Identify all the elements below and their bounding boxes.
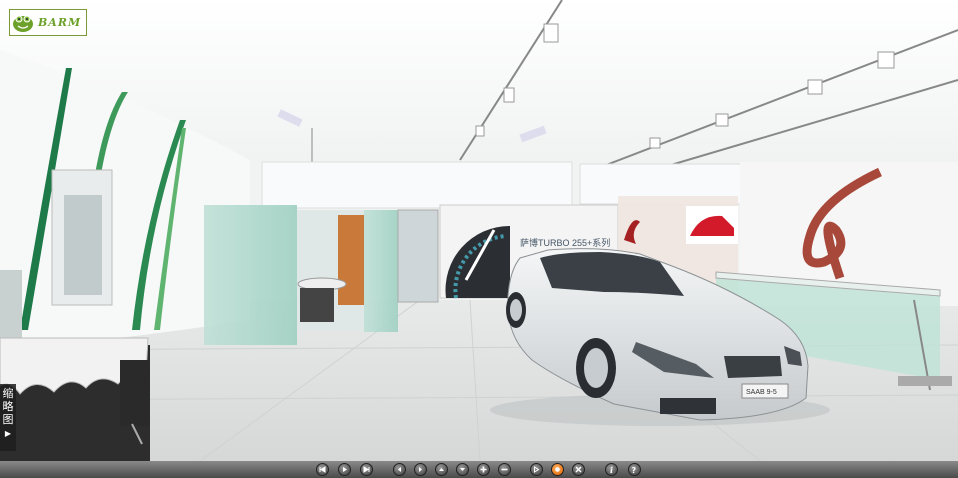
up-icon [439, 468, 444, 471]
panorama-viewport[interactable]: 萨博TURBO 255+系列 SAAB 9-5 [0, 0, 958, 461]
thumbnail-tab[interactable]: 缩 略 图 ▶ [0, 384, 16, 451]
left-icon [398, 467, 401, 472]
play-icon [343, 467, 347, 472]
thumbnail-tab-char: 图 [2, 414, 14, 426]
thumbnail-tab-char: 略 [2, 401, 14, 413]
last-icon [363, 466, 370, 473]
frog-logo-icon [13, 15, 33, 32]
pan-right-button[interactable] [414, 463, 427, 476]
first-icon [319, 466, 326, 473]
help-icon: ? [632, 466, 637, 475]
svg-text:?: ? [632, 466, 637, 475]
autorotate-button[interactable] [530, 463, 543, 476]
brand-logo[interactable]: BARM [9, 9, 87, 36]
thumbnail-tab-char: 缩 [2, 388, 14, 400]
svg-text:i: i [610, 465, 613, 475]
down-icon [460, 468, 465, 471]
record-icon [555, 467, 560, 472]
panorama-toolbar: i ? [0, 461, 958, 478]
last-button[interactable] [360, 463, 373, 476]
poster-slogan: 萨博TURBO 255+系列 [520, 237, 610, 248]
zoom-out-icon [501, 468, 508, 471]
pan-down-button[interactable] [456, 463, 469, 476]
autorotate-icon [534, 466, 540, 473]
license-plate: SAAB 9-5 [746, 389, 777, 396]
fullscreen-button[interactable] [572, 463, 585, 476]
fullscreen-icon [575, 466, 582, 473]
play-button[interactable] [338, 463, 351, 476]
record-button[interactable] [551, 463, 564, 476]
help-button[interactable]: ? [628, 463, 641, 476]
showroom-panorama: 萨博TURBO 255+系列 SAAB 9-5 [0, 0, 958, 461]
zoom-out-button[interactable] [498, 463, 511, 476]
logo-text: BARM [38, 16, 82, 29]
pan-left-button[interactable] [393, 463, 406, 476]
expand-arrow-icon: ▶ [4, 429, 12, 438]
zoom-in-button[interactable] [477, 463, 490, 476]
first-button[interactable] [316, 463, 329, 476]
info-icon: i [610, 465, 613, 475]
zoom-in-icon [480, 466, 487, 473]
pan-up-button[interactable] [435, 463, 448, 476]
right-icon [419, 467, 422, 472]
info-button[interactable]: i [605, 463, 618, 476]
